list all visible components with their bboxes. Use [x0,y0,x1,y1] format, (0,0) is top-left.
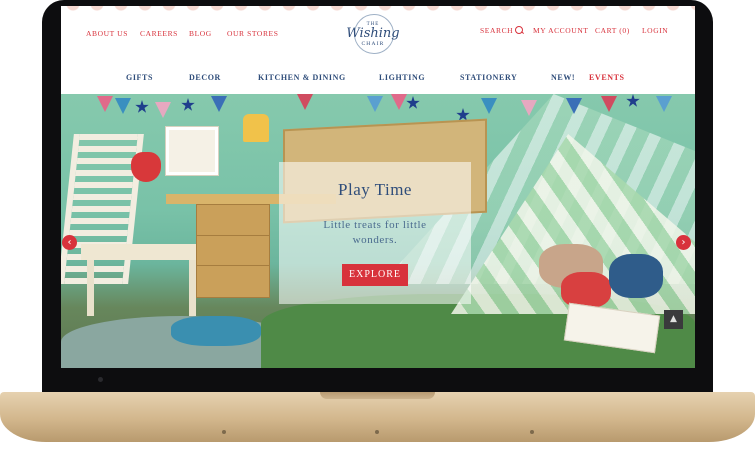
hero-scene-chair [61,134,144,284]
bunting-flag [211,96,227,112]
drawer-divider [197,235,269,236]
drawer-divider [197,265,269,266]
site-logo[interactable]: THE Wishing CHAIR [341,14,405,54]
bunting-flag [521,100,537,116]
bunting-flag [601,96,617,112]
hero-scene-drawers [196,204,270,298]
search-label: SEARCH [480,26,514,35]
link-blog[interactable]: BLOG [189,29,212,38]
link-about-us[interactable]: ABOUT US [86,29,128,38]
link-cart[interactable]: CART (0) [595,26,630,35]
search-icon [515,26,524,34]
link-our-stores[interactable]: OUR STORES [227,29,279,38]
bunting-flag [115,98,131,114]
link-careers[interactable]: CAREERS [140,29,178,38]
laptop-chin [42,368,713,392]
laptop-base [0,392,755,442]
hero-scene-chair-seat [81,244,201,260]
nav-gifts[interactable]: GIFTS [126,73,153,82]
bunting-star [626,94,640,107]
laptop-screen: ABOUT US CAREERS BLOG OUR STORES THE Wis… [61,6,695,368]
bunting-flag [367,96,383,112]
bunting-flag [391,94,407,110]
webcam-dot [98,377,103,382]
hero-scene-photo-frame [166,127,218,175]
bunting-flag [97,96,113,112]
hero-scene-chair-leg [87,260,94,316]
hero-subtitle: Little treats for little wonders. [323,219,427,246]
link-my-account[interactable]: MY ACCOUNT [533,26,589,35]
bunting-star [406,96,420,109]
bunting-flag [297,94,313,110]
hero-scene-toy [171,316,261,346]
hero-title: Play Time [338,180,412,199]
nav-lighting[interactable]: LIGHTING [379,73,425,82]
nav-events[interactable]: EVENTS [589,73,625,82]
hero-scene-lamp [243,114,269,142]
speaker-dot [375,430,379,434]
logo-chair: CHAIR [361,41,385,47]
nav-kitchen-dining[interactable]: KITCHEN & DINING [258,73,346,82]
explore-button[interactable]: EXPLORE [342,264,408,286]
bunting-flag [566,98,582,114]
speaker-dot [530,430,534,434]
hero-caption-card: Play Time Little treats for little wonde… [279,162,471,304]
laptop-groove [320,392,435,399]
chevron-right-icon[interactable]: › [676,235,691,250]
chevron-up-icon[interactable]: ▲ [664,310,683,329]
hero-scene-plant-pot [131,152,161,182]
bunting-flag [155,102,171,118]
nav-decor[interactable]: DECOR [189,73,221,82]
nav-stationery[interactable]: STATIONERY [460,73,517,82]
site-header: ABOUT US CAREERS BLOG OUR STORES THE Wis… [61,6,695,94]
chevron-left-icon[interactable]: ‹ [62,235,77,250]
hero-scene-chair-leg [189,260,196,316]
link-login[interactable]: LOGIN [642,26,668,35]
nav-new[interactable]: NEW! [551,73,575,82]
bunting-flag [656,96,672,112]
bunting-flag [481,98,497,114]
speaker-dot [222,430,226,434]
hero-scene-house-pillow [609,254,663,298]
hero-banner: Play Time Little treats for little wonde… [61,94,695,368]
bunting-star [135,100,149,113]
bunting-star [181,98,195,111]
logo-name: Wishing [346,26,400,41]
search-link[interactable]: SEARCH [480,26,524,35]
